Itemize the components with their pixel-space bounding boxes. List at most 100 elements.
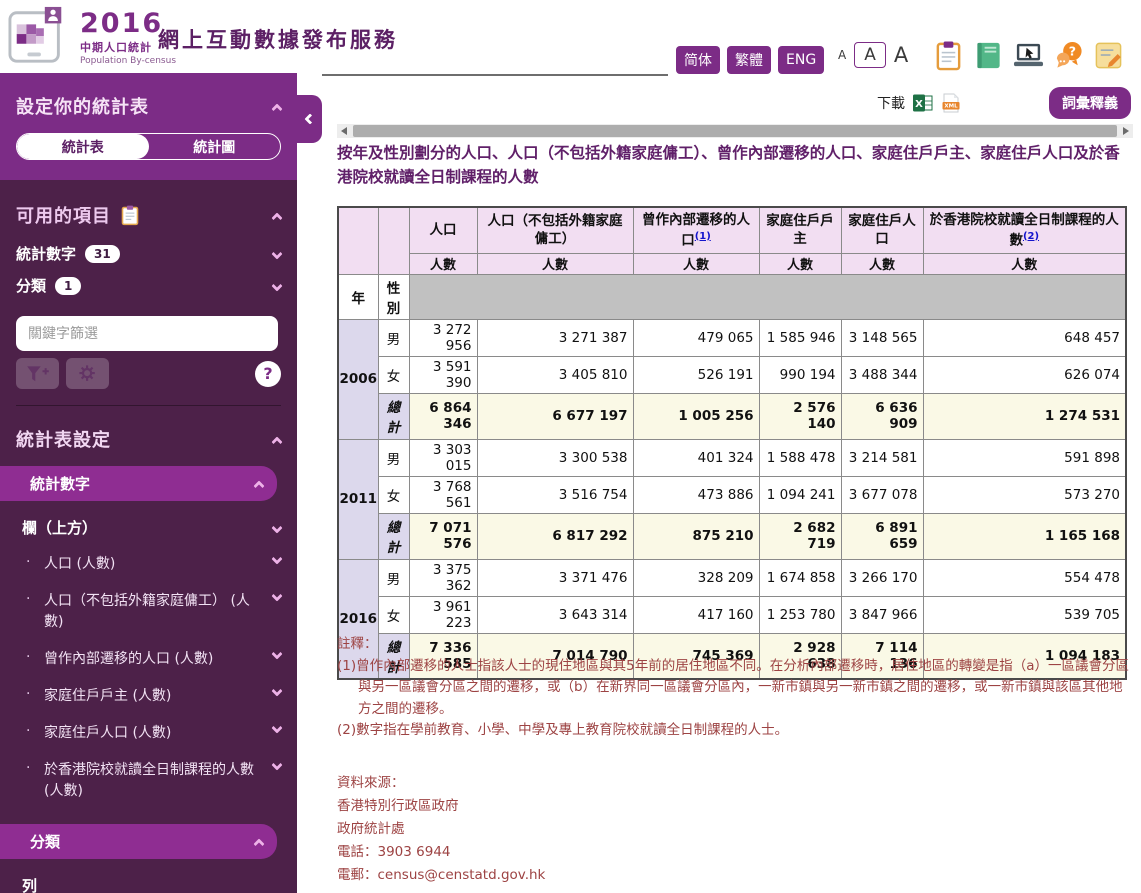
stat-item[interactable]: · 於香港院校就讀全日制課程的人數 (人數) — [16, 752, 283, 810]
chevron-up-icon[interactable] — [271, 435, 283, 448]
column-header-label: 家庭住戶人口 — [848, 213, 916, 248]
data-cell: 3 271 387 — [476, 318, 634, 357]
font-size-large-button[interactable]: A — [894, 43, 908, 67]
chevron-down-icon[interactable] — [271, 590, 283, 602]
note-ref-link[interactable]: (1) — [695, 231, 711, 242]
column-header: 家庭住戶人口 — [840, 206, 924, 254]
chevron-up-icon[interactable] — [271, 102, 283, 115]
lang-button-en[interactable]: ENG — [778, 46, 825, 74]
header: 2016 中期人口統計 Population By-census 網上互動數據發… — [0, 0, 1141, 74]
chevron-down-icon[interactable] — [271, 522, 283, 534]
chevron-up-icon[interactable] — [253, 838, 265, 850]
column-header-label: 家庭住戶戶主 — [766, 213, 834, 248]
column-header: 於香港院校就讀全日制課程的人數(2) — [922, 206, 1127, 254]
chevron-down-icon[interactable] — [271, 553, 283, 565]
download-excel-icon[interactable]: X — [913, 93, 933, 113]
notes: 註釋： (1)曾作內部遷移的人士指該人士的現住地區與其5年前的居住地區不同。在分… — [337, 634, 1134, 742]
data-cell: 3 375 362 — [408, 558, 478, 597]
chevron-up-icon[interactable] — [271, 211, 283, 224]
data-cell: 1 165 168 — [922, 512, 1127, 560]
stat-item[interactable]: · 曾作內部遷移的人口 (人數) — [16, 641, 283, 678]
chevron-down-icon[interactable] — [271, 248, 283, 260]
data-cell: 1 253 780 — [758, 595, 842, 634]
chevron-down-icon[interactable] — [271, 685, 283, 697]
font-size-medium-button[interactable]: A — [854, 42, 886, 68]
class-subsection-bar[interactable]: 分類 — [0, 824, 277, 859]
column-position-row[interactable]: 欄（上方） — [16, 517, 283, 538]
faq-bubble-icon[interactable]: ? — [1053, 40, 1084, 71]
tab-chart[interactable]: 統計圖 — [149, 134, 281, 159]
data-cell: 3 643 314 — [476, 595, 634, 634]
data-cell: 3 303 015 — [408, 438, 478, 477]
settings-gear-button[interactable] — [66, 358, 109, 389]
config-section-header[interactable]: 設定你的統計表 — [16, 93, 283, 119]
column-header-label: 人口 — [429, 222, 457, 239]
publications-book-icon[interactable] — [973, 40, 1004, 71]
column-header: 家庭住戶戶主 — [758, 206, 842, 254]
chevron-up-icon[interactable] — [253, 480, 265, 492]
chevron-down-icon[interactable] — [271, 648, 283, 660]
year-cell: 2011 — [337, 438, 379, 560]
note-text: 曾作內部遷移的人士指該人士的現住地區與其5年前的居住地區不同。在分析內部遷移時，… — [356, 657, 1129, 717]
notes-list: (1)曾作內部遷移的人士指該人士的現住地區與其5年前的居住地區不同。在分析內部遷… — [337, 656, 1134, 742]
lang-button-tc[interactable]: 繁體 — [727, 46, 771, 74]
note-item: (1)曾作內部遷移的人士指該人士的現住地區與其5年前的居住地區不同。在分析內部遷… — [337, 656, 1134, 721]
keyword-filter-input[interactable] — [16, 316, 278, 351]
note-ref-link[interactable]: (2) — [1023, 231, 1039, 242]
stat-item-label: 家庭住戶戶主 (人數) — [44, 688, 172, 704]
tab-table[interactable]: 統計表 — [17, 134, 149, 159]
data-cell: 526 191 — [632, 355, 760, 394]
available-class-row[interactable]: 分類 1 — [16, 275, 283, 296]
data-cell: 473 886 — [632, 475, 760, 514]
stat-item[interactable]: · 家庭住戶戶主 (人數) — [16, 678, 283, 715]
page-title: 網上互動數據發布服務 — [158, 28, 398, 52]
note-text: 數字指在學前教育、小學、中學及專上教育院校就讀全日制課程的人士。 — [356, 722, 789, 739]
unit-cell: 人數 — [476, 252, 634, 275]
data-cell: 6 864 346 — [408, 392, 478, 440]
data-cell: 573 270 — [922, 475, 1127, 514]
table-settings-header[interactable]: 統計表設定 — [16, 426, 283, 452]
available-class-label: 分類 — [16, 277, 47, 295]
column-header-label: 人口（不包括外籍家庭傭工） — [487, 213, 623, 248]
data-cell: 417 160 — [632, 595, 760, 634]
scrollbar-thumb[interactable] — [353, 125, 1117, 137]
source-line: 電郵：census@censtatd.gov.hk — [337, 866, 546, 883]
stat-item[interactable]: · 家庭住戶人口 (人數) — [16, 715, 283, 752]
chevron-down-icon[interactable] — [271, 280, 283, 292]
sidebar: 設定你的統計表 統計表 統計圖 可用的項目 統計數字 31 分類 1 關鍵字篩選… — [0, 73, 322, 893]
year-header: 年 — [337, 273, 379, 320]
e-services-laptop-icon[interactable] — [1013, 40, 1044, 71]
sidebar-collapse-button[interactable] — [297, 95, 322, 143]
glossary-button[interactable]: 詞彙釋義 — [1049, 87, 1131, 119]
feedback-notepad-icon[interactable] — [1093, 40, 1124, 71]
horizontal-scrollbar[interactable] — [337, 124, 1133, 138]
add-filter-button[interactable] — [16, 358, 59, 389]
help-button[interactable]: ? — [255, 360, 281, 387]
questionnaire-clipboard-icon[interactable] — [933, 40, 964, 71]
available-items-title: 可用的項目 — [16, 206, 111, 227]
data-cell: 3 488 344 — [840, 355, 924, 394]
dimension-header-row: 年 性別 — [337, 273, 1127, 320]
data-cell: 3 148 565 — [840, 318, 924, 357]
font-size-small-button[interactable]: A — [838, 48, 846, 62]
lang-button-sc[interactable]: 简体 — [676, 46, 720, 74]
column-header: 人口（不包括外籍家庭傭工） — [476, 206, 634, 254]
data-cell: 3 371 476 — [476, 558, 634, 597]
download-xml-icon[interactable]: XML — [941, 93, 961, 113]
data-cell: 1 588 478 — [758, 438, 842, 477]
stat-item-label: 家庭住戶人口 (人數) — [44, 725, 172, 741]
chevron-down-icon[interactable] — [271, 759, 283, 771]
chevron-down-icon[interactable] — [271, 722, 283, 734]
total-row: 總計 7 071 576 6 817 292 875 210 2 682 719 6 89… — [338, 512, 1127, 560]
stat-item[interactable]: · 人口（不包括外籍家庭傭工） (人數) — [16, 583, 283, 641]
available-items-header[interactable]: 可用的項目 — [16, 202, 283, 228]
column-header: 人口 — [408, 206, 478, 254]
stats-subsection-label: 統計數字 — [30, 475, 91, 493]
stat-item[interactable]: · 人口 (人數) — [16, 546, 283, 583]
data-cell: 3 768 561 — [408, 475, 478, 514]
scroll-right-arrow[interactable] — [1119, 124, 1133, 138]
scroll-left-arrow[interactable] — [337, 124, 351, 138]
note-ref: (2) — [337, 722, 357, 739]
available-stats-row[interactable]: 統計數字 31 — [16, 243, 283, 264]
stats-subsection-bar[interactable]: 統計數字 — [0, 466, 277, 501]
